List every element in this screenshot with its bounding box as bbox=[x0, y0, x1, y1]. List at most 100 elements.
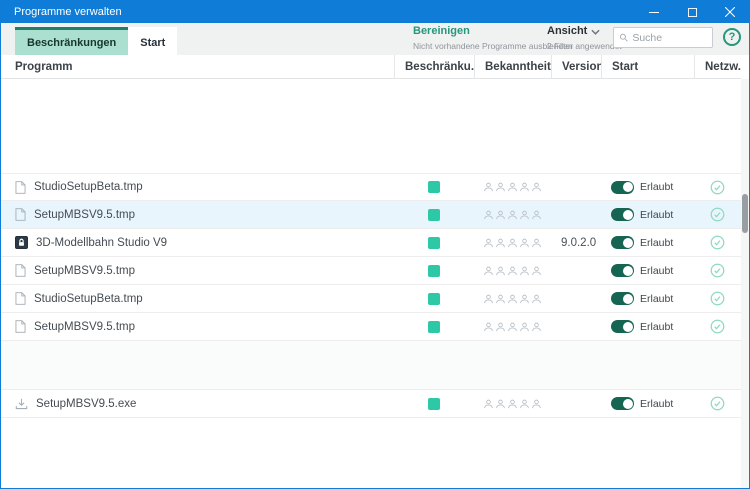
program-name: 3D-Modellbahn Studio V9 bbox=[36, 237, 167, 249]
network-allowed-icon[interactable] bbox=[710, 263, 725, 278]
network-allowed-icon[interactable] bbox=[710, 319, 725, 334]
restriction-badge[interactable] bbox=[428, 181, 440, 193]
person-icon bbox=[507, 265, 518, 277]
table-row[interactable]: SetupMBSV9.5.tmp Erlaubt bbox=[1, 257, 741, 285]
program-name: StudioSetupBeta.tmp bbox=[34, 293, 143, 305]
tab-start[interactable]: Start bbox=[128, 27, 177, 55]
row-group-1: StudioSetupBeta.tmp Erlaubt SetupMBSV9.5… bbox=[1, 173, 741, 341]
start-toggle[interactable] bbox=[611, 292, 634, 305]
start-toggle[interactable] bbox=[611, 397, 634, 410]
person-icon bbox=[531, 209, 542, 221]
tab-label: Start bbox=[140, 37, 165, 49]
table-row[interactable]: SetupMBSV9.5.exe Erlaubt bbox=[1, 390, 741, 418]
toggle-knob bbox=[623, 294, 633, 304]
toggle-knob bbox=[623, 182, 633, 192]
person-icon bbox=[531, 265, 542, 277]
network-allowed-icon[interactable] bbox=[710, 207, 725, 222]
table-row[interactable]: SetupMBSV9.5.tmp Erlaubt bbox=[1, 313, 741, 341]
column-header-beschraenkung[interactable]: Beschränku... bbox=[394, 55, 474, 78]
check-circle-icon bbox=[710, 291, 725, 306]
view-menu-button[interactable]: Ansicht 2 Filter angewendet bbox=[547, 25, 622, 53]
restriction-badge[interactable] bbox=[428, 321, 440, 333]
popularity-rating bbox=[474, 390, 551, 417]
minimize-button[interactable] bbox=[635, 1, 673, 23]
start-toggle[interactable] bbox=[611, 236, 634, 249]
network-allowed-icon[interactable] bbox=[710, 180, 725, 195]
check-circle-icon bbox=[710, 235, 725, 250]
toolbar-strip: Beschränkungen Start Bereinigen Nicht vo… bbox=[1, 23, 749, 55]
close-button[interactable] bbox=[711, 1, 749, 23]
toggle-knob bbox=[623, 322, 633, 332]
person-icon bbox=[531, 398, 542, 410]
network-allowed-icon[interactable] bbox=[710, 235, 725, 250]
popularity-rating bbox=[474, 229, 551, 256]
restriction-badge[interactable] bbox=[428, 209, 440, 221]
popularity-rating bbox=[474, 174, 551, 200]
view-label: Ansicht bbox=[547, 25, 587, 38]
program-name: StudioSetupBeta.tmp bbox=[34, 181, 143, 193]
start-toggle[interactable] bbox=[611, 264, 634, 277]
program-name: SetupMBSV9.5.tmp bbox=[34, 265, 135, 277]
toggle-knob bbox=[623, 266, 633, 276]
restriction-badge[interactable] bbox=[428, 398, 440, 410]
column-header-start[interactable]: Start bbox=[601, 55, 694, 78]
start-toggle[interactable] bbox=[611, 181, 634, 194]
person-icon bbox=[495, 265, 506, 277]
column-header-bekanntheit[interactable]: Bekanntheit... bbox=[474, 55, 551, 78]
table-body: StudioSetupBeta.tmp Erlaubt SetupMBSV9.5… bbox=[1, 79, 741, 418]
restriction-badge[interactable] bbox=[428, 237, 440, 249]
popularity-rating bbox=[474, 201, 551, 228]
start-toggle[interactable] bbox=[611, 208, 634, 221]
table-row[interactable]: StudioSetupBeta.tmp Erlaubt bbox=[1, 285, 741, 313]
close-icon bbox=[725, 7, 735, 17]
column-header-netzwerk[interactable]: Netzw... bbox=[694, 55, 741, 78]
view-filter-status: 2 Filter angewendet bbox=[547, 40, 622, 53]
restriction-badge[interactable] bbox=[428, 293, 440, 305]
help-button[interactable] bbox=[723, 28, 741, 46]
network-allowed-icon[interactable] bbox=[710, 291, 725, 306]
installer-icon bbox=[15, 398, 28, 410]
tab-bar: Beschränkungen Start bbox=[15, 27, 177, 55]
table-row[interactable]: SetupMBSV9.5.tmp Erlaubt bbox=[1, 201, 741, 229]
table-row[interactable]: 3D-Modellbahn Studio V9 9.0.2.0 Erlaubt bbox=[1, 229, 741, 257]
start-toggle[interactable] bbox=[611, 320, 634, 333]
person-icon bbox=[483, 209, 494, 221]
scrollbar-track[interactable] bbox=[741, 79, 749, 488]
person-icon bbox=[519, 237, 530, 249]
column-header-programm[interactable]: Programm bbox=[1, 55, 394, 78]
row-group-2: SetupMBSV9.5.exe Erlaubt bbox=[1, 390, 741, 418]
popularity-rating bbox=[474, 257, 551, 284]
tab-beschraenkungen[interactable]: Beschränkungen bbox=[15, 27, 128, 55]
network-allowed-icon[interactable] bbox=[710, 396, 725, 411]
version-text: 9.0.2.0 bbox=[561, 237, 596, 249]
toggle-knob bbox=[623, 210, 633, 220]
minimize-icon bbox=[649, 7, 659, 17]
scrollbar-thumb[interactable] bbox=[742, 194, 748, 233]
app-icon bbox=[15, 236, 28, 249]
table-header: Programm Beschränku... Bekanntheit... Ve… bbox=[1, 55, 741, 79]
person-icon bbox=[531, 181, 542, 193]
table-content: StudioSetupBeta.tmp Erlaubt SetupMBSV9.5… bbox=[1, 79, 749, 488]
maximize-icon bbox=[688, 8, 697, 17]
restriction-badge[interactable] bbox=[428, 265, 440, 277]
maximize-button[interactable] bbox=[673, 1, 711, 23]
start-label: Erlaubt bbox=[640, 265, 673, 277]
empty-area bbox=[1, 79, 741, 173]
person-icon bbox=[483, 293, 494, 305]
column-header-version[interactable]: Version bbox=[551, 55, 601, 78]
start-label: Erlaubt bbox=[640, 398, 673, 410]
app-window: Programme verwalten Beschränkungen Start… bbox=[0, 0, 750, 489]
file-icon bbox=[15, 264, 26, 277]
person-icon bbox=[483, 321, 494, 333]
table-row[interactable]: StudioSetupBeta.tmp Erlaubt bbox=[1, 173, 741, 201]
person-icon bbox=[519, 209, 530, 221]
program-name: SetupMBSV9.5.tmp bbox=[34, 321, 135, 333]
person-icon bbox=[483, 398, 494, 410]
person-icon bbox=[507, 237, 518, 249]
search-box[interactable] bbox=[613, 27, 713, 48]
person-icon bbox=[483, 181, 494, 193]
person-icon bbox=[495, 209, 506, 221]
program-name: SetupMBSV9.5.tmp bbox=[34, 209, 135, 221]
person-icon bbox=[519, 321, 530, 333]
search-input[interactable] bbox=[632, 32, 707, 44]
